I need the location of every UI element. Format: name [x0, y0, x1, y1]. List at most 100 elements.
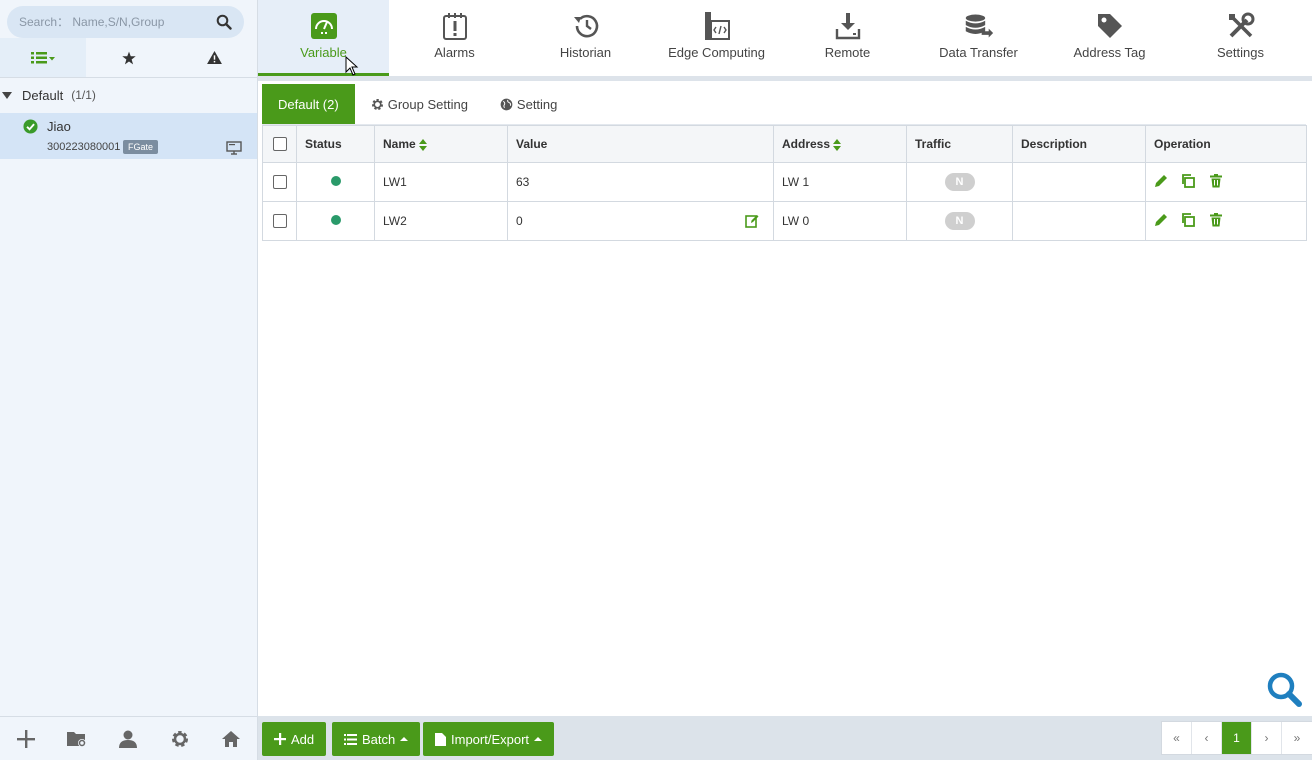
operation-cell: [1145, 201, 1307, 241]
button-label: Add: [291, 731, 315, 747]
next-page-button[interactable]: ›: [1252, 722, 1282, 754]
status-dot: [330, 176, 341, 186]
write-value-icon[interactable]: [745, 214, 759, 228]
code-icon: [702, 10, 732, 42]
header-name[interactable]: Name: [374, 125, 508, 163]
tab-group-setting[interactable]: Group Setting: [355, 84, 484, 124]
plus-icon[interactable]: [11, 724, 41, 754]
folder-settings-icon[interactable]: [62, 724, 92, 754]
name-cell: LW1: [374, 162, 508, 202]
status-cell: [296, 162, 375, 202]
nav-label: Data Transfer: [939, 45, 1018, 60]
database-icon: [964, 10, 994, 42]
monitor-icon[interactable]: [226, 141, 242, 155]
delete-icon[interactable]: [1209, 212, 1223, 230]
sidebar-tabs: [0, 38, 257, 78]
nav-historian[interactable]: Historian: [520, 0, 651, 76]
plus-icon: [274, 733, 286, 745]
warning-icon: [206, 51, 222, 64]
description-cell: [1012, 162, 1146, 202]
first-page-button[interactable]: «: [1162, 722, 1192, 754]
page-1-button[interactable]: 1: [1222, 722, 1252, 754]
traffic-badge: N: [944, 212, 975, 230]
tag-icon: [1095, 10, 1125, 42]
batch-button[interactable]: Batch: [332, 722, 421, 756]
tab-label: Setting: [516, 96, 558, 112]
tab-default[interactable]: Default (2): [262, 84, 355, 124]
traffic-badge: N: [944, 173, 975, 191]
alarm-icon: [440, 10, 470, 42]
table-row: LW2 0 LW 0 N: [262, 201, 1307, 241]
edit-icon[interactable]: [1154, 174, 1168, 191]
tab-alerts[interactable]: [171, 38, 257, 77]
import-export-button[interactable]: Import/Export: [423, 722, 555, 756]
header-value: Value: [507, 125, 774, 163]
select-all-checkbox[interactable]: [272, 137, 287, 152]
address-cell: LW 1: [773, 162, 907, 202]
search-input[interactable]: [7, 6, 207, 38]
value-text: 0: [516, 214, 523, 228]
copy-icon[interactable]: [1181, 173, 1196, 191]
zoom-icon[interactable]: [1266, 671, 1302, 707]
nav-remote[interactable]: Remote: [782, 0, 913, 76]
tree-group-default[interactable]: Default (1/1): [0, 82, 257, 108]
user-icon[interactable]: [113, 724, 143, 754]
header-traffic: Traffic: [906, 125, 1013, 163]
header-operation: Operation: [1145, 125, 1307, 163]
nav-alarms[interactable]: Alarms: [389, 0, 520, 76]
address-cell: LW 0: [773, 201, 907, 241]
caret-down-icon[interactable]: [2, 91, 12, 99]
copy-icon[interactable]: [1181, 212, 1196, 230]
tab-list[interactable]: [0, 38, 86, 77]
list-icon: [344, 733, 357, 745]
prev-page-button[interactable]: ‹: [1192, 722, 1222, 754]
header-description: Description: [1012, 125, 1146, 163]
edit-icon[interactable]: [1154, 213, 1168, 230]
caret-up-icon: [534, 737, 543, 741]
device-item[interactable]: Jiao 300223080001 FGate: [0, 113, 257, 159]
pagination: « ‹ 1 › »: [1161, 721, 1312, 755]
nav-address-tag[interactable]: Address Tag: [1044, 0, 1175, 76]
history-icon: [571, 10, 601, 42]
nav-settings[interactable]: Settings: [1175, 0, 1306, 76]
header-address[interactable]: Address: [773, 125, 907, 163]
tab-favorites[interactable]: [86, 38, 172, 77]
group-count: (1/1): [71, 88, 96, 102]
row-checkbox[interactable]: [272, 175, 287, 190]
nav-data-transfer[interactable]: Data Transfer: [913, 0, 1044, 76]
sort-icon[interactable]: [418, 138, 427, 151]
divider: [258, 76, 1312, 81]
nav-label: Settings: [1217, 45, 1264, 60]
device-name: Jiao: [47, 119, 71, 134]
description-cell: [1012, 201, 1146, 241]
name-cell: LW2: [374, 201, 508, 241]
device-badge: FGate: [123, 140, 159, 154]
nav-variable[interactable]: Variable: [258, 0, 389, 76]
tab-label: Default (2): [278, 96, 339, 112]
row-select-cell: [262, 162, 297, 202]
star-icon: [121, 51, 136, 64]
header-status: Status: [296, 125, 375, 163]
delete-icon[interactable]: [1209, 173, 1223, 191]
row-checkbox[interactable]: [272, 214, 287, 229]
gear-icon[interactable]: [165, 724, 195, 754]
list-icon: [30, 51, 55, 63]
tab-setting[interactable]: Setting: [484, 84, 573, 124]
file-icon: [435, 732, 446, 746]
nav-label: Alarms: [434, 45, 475, 60]
nav-edge-computing[interactable]: Edge Computing: [651, 0, 782, 76]
home-icon[interactable]: [216, 724, 246, 754]
traffic-cell: N: [906, 201, 1013, 241]
last-page-button[interactable]: »: [1282, 722, 1312, 754]
table-header-row: Status Name Value Address Traffic Descri…: [262, 125, 1307, 163]
add-button[interactable]: Add: [262, 722, 327, 756]
globe-icon: [500, 98, 513, 110]
gauge-icon: [309, 10, 339, 42]
search-icon[interactable]: [216, 14, 232, 30]
sort-icon[interactable]: [833, 138, 842, 151]
sidebar: Default (1/1) Jiao 300223080001 FGate: [0, 0, 258, 760]
variables-table: Status Name Value Address Traffic Descri…: [262, 125, 1307, 241]
nav-label: Historian: [559, 45, 612, 60]
tab-label: Group Setting: [387, 96, 468, 112]
top-navigation: Variable Alarms Historian Edge Computing…: [258, 0, 1312, 76]
